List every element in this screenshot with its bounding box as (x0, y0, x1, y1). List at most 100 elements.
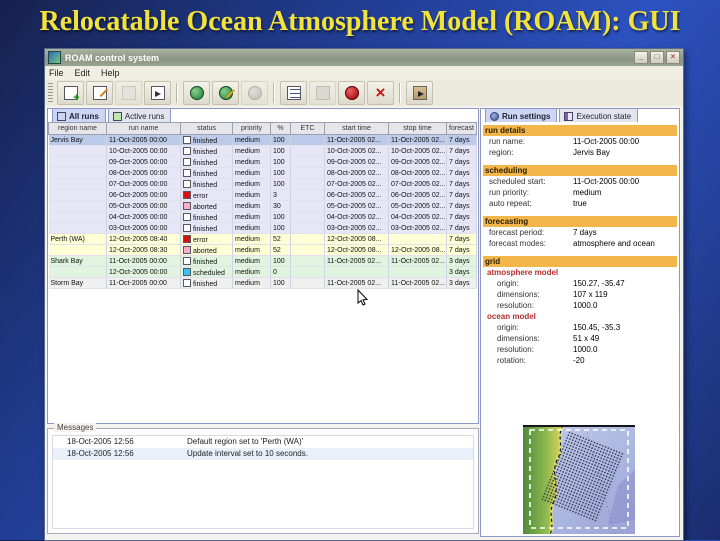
priority-cell: medium (232, 167, 271, 179)
window-content: All runs Active runs region name run name s… (45, 106, 683, 540)
table-row[interactable]: 08-Oct-2005 00:00 finished medium 100 08-Oct… (48, 167, 477, 179)
maximize-button[interactable]: □ (650, 51, 664, 64)
detail-label: forecast modes: (489, 239, 546, 248)
roam-app-icon (48, 51, 61, 64)
new-run-button[interactable] (57, 81, 84, 105)
tab-all-runs[interactable]: All runs (52, 108, 106, 122)
column-header[interactable]: run name (106, 122, 181, 135)
start-time-cell: 10-Oct-2005 02... (324, 145, 389, 157)
percent-cell: 100 (270, 167, 291, 179)
edit-run-button[interactable] (86, 81, 113, 105)
run-name-cell: 04-Oct-2005 00:00 (106, 211, 181, 223)
priority-cell: medium (232, 145, 271, 157)
detail-item: dimensions: 51 x 49 (483, 333, 677, 344)
start-time-cell: 09-Oct-2005 02... (324, 156, 389, 168)
column-header[interactable]: ETC (290, 122, 325, 135)
new-region-button[interactable] (183, 81, 210, 105)
menu-edit[interactable]: Edit (75, 68, 91, 78)
tab-active-runs[interactable]: Active runs (107, 108, 172, 122)
exit-button[interactable] (406, 81, 433, 105)
stop-time-cell: 11-Oct-2005 02... (388, 255, 447, 267)
stop-run-icon (344, 86, 359, 100)
edit-run-icon (92, 86, 107, 100)
settings-panel: Run settings Execution state run details r… (480, 108, 680, 537)
table-row[interactable]: Jervis Bay 11-Oct-2005 00:00 finished mediu… (48, 134, 477, 146)
column-header[interactable]: start time (324, 122, 389, 135)
close-button[interactable]: × (666, 51, 680, 64)
etc-cell (290, 145, 325, 157)
tab-execution-state[interactable]: Execution state (559, 108, 639, 122)
table-row[interactable]: 07-Oct-2005 00:00 finished medium 100 07-Oct… (48, 178, 477, 190)
table-row[interactable]: 06-Oct-2005 00:00 error medium 3 06-Oct-2005… (48, 189, 477, 201)
stop-time-cell: 08-Oct-2005 02... (388, 167, 447, 179)
priority-cell: medium (232, 244, 271, 256)
minimize-button[interactable]: _ (634, 51, 648, 64)
status-swatch (183, 146, 191, 155)
detail-item: origin: 150.27, -35.47 (483, 278, 677, 289)
detail-label: dimensions: (497, 334, 540, 343)
toolbar-drag-handle[interactable] (48, 83, 53, 103)
status-cell: error (180, 233, 233, 245)
table-row[interactable]: Perth (WA) 12-Oct-2005 08:40 error medium 52… (48, 233, 477, 245)
column-header[interactable]: status (180, 122, 233, 135)
menu-file[interactable]: File (49, 68, 64, 78)
priority-cell: medium (232, 200, 271, 212)
percent-cell: 52 (270, 244, 291, 256)
status-cell: finished (180, 167, 233, 179)
tab-label: Active runs (124, 111, 165, 121)
edit-region-button[interactable] (212, 81, 239, 105)
toolbar-separator (399, 83, 401, 103)
forecast-cell: 7 days (446, 200, 477, 212)
stop-run-button[interactable] (338, 81, 365, 105)
forecast-cell: 7 days (446, 167, 477, 179)
table-row[interactable]: Storm Bay 11-Oct-2005 00:00 finished medium… (48, 277, 477, 289)
roam-window: ROAM control system _ □ × File Edit Help A… (44, 48, 684, 541)
column-header[interactable]: stop time (388, 122, 447, 135)
column-header[interactable]: priority (232, 122, 271, 135)
import-run-icon (150, 86, 165, 100)
message-row[interactable]: 18-Oct-2005 12:56 Default region set to '… (53, 436, 473, 448)
menu-help[interactable]: Help (101, 68, 120, 78)
abort-run-button[interactable] (367, 81, 394, 105)
status-cell: finished (180, 211, 233, 223)
detail-value: 11-Oct-2005 00:00 (573, 137, 640, 146)
pause-run-button (309, 81, 336, 105)
detail-label: scheduled start: (489, 177, 546, 186)
stop-time-cell: 06-Oct-2005 02... (388, 189, 447, 201)
detail-item: forecast period: 7 days (483, 227, 677, 238)
run-queue-button[interactable] (280, 81, 307, 105)
table-row[interactable]: 09-Oct-2005 00:00 finished medium 100 09-Oct… (48, 156, 477, 168)
etc-cell (290, 222, 325, 234)
forecast-cell: 3 days (446, 255, 477, 267)
column-header[interactable]: forecast (446, 122, 477, 135)
table-row[interactable]: 03-Oct-2005 00:00 finished medium 100 03-Oct… (48, 222, 477, 234)
table-row[interactable]: 05-Oct-2005 00:00 aborted medium 30 05-Oct-2… (48, 200, 477, 212)
detail-value: 1000.0 (573, 345, 598, 354)
messages-list[interactable]: 18-Oct-2005 12:56 Default region set to '… (52, 435, 474, 529)
table-row[interactable]: 12-Oct-2005 08:30 aborted medium 52 12-Oct-2… (48, 244, 477, 256)
etc-cell (290, 211, 325, 223)
table-row[interactable]: 04-Oct-2005 00:00 finished medium 100 04-Oct… (48, 211, 477, 223)
column-header[interactable]: region name (48, 122, 107, 135)
status-label: finished (193, 159, 218, 167)
table-row[interactable]: Shark Bay 11-Oct-2005 00:00 finished medium… (48, 255, 477, 267)
table-row[interactable]: 12-Oct-2005 00:00 scheduled medium 0 3 days (48, 266, 477, 278)
tab-run-settings[interactable]: Run settings (485, 108, 558, 122)
percent-cell: 100 (270, 156, 291, 168)
subsection-ocean-model: ocean model origin: 150.45, -35.3 dimension… (483, 311, 677, 366)
status-label: aborted (193, 247, 217, 255)
table-row[interactable]: 10-Oct-2005 00:00 finished medium 100 10-Oct… (48, 145, 477, 157)
percent-cell: 3 (270, 189, 291, 201)
detail-label: region: (489, 148, 514, 157)
forecast-cell: 3 days (446, 266, 477, 278)
status-swatch (183, 157, 191, 166)
start-time-cell: 12-Oct-2005 08... (324, 233, 389, 245)
message-row[interactable]: 18-Oct-2005 12:56 Update interval set to … (53, 448, 473, 460)
detail-value: 150.45, -35.3 (573, 323, 621, 332)
window-titlebar[interactable]: ROAM control system _ □ × (45, 49, 683, 66)
priority-cell: medium (232, 178, 271, 190)
import-run-button[interactable] (144, 81, 171, 105)
book-icon (564, 111, 574, 121)
column-header[interactable]: % (270, 122, 291, 135)
priority-cell: medium (232, 277, 271, 289)
